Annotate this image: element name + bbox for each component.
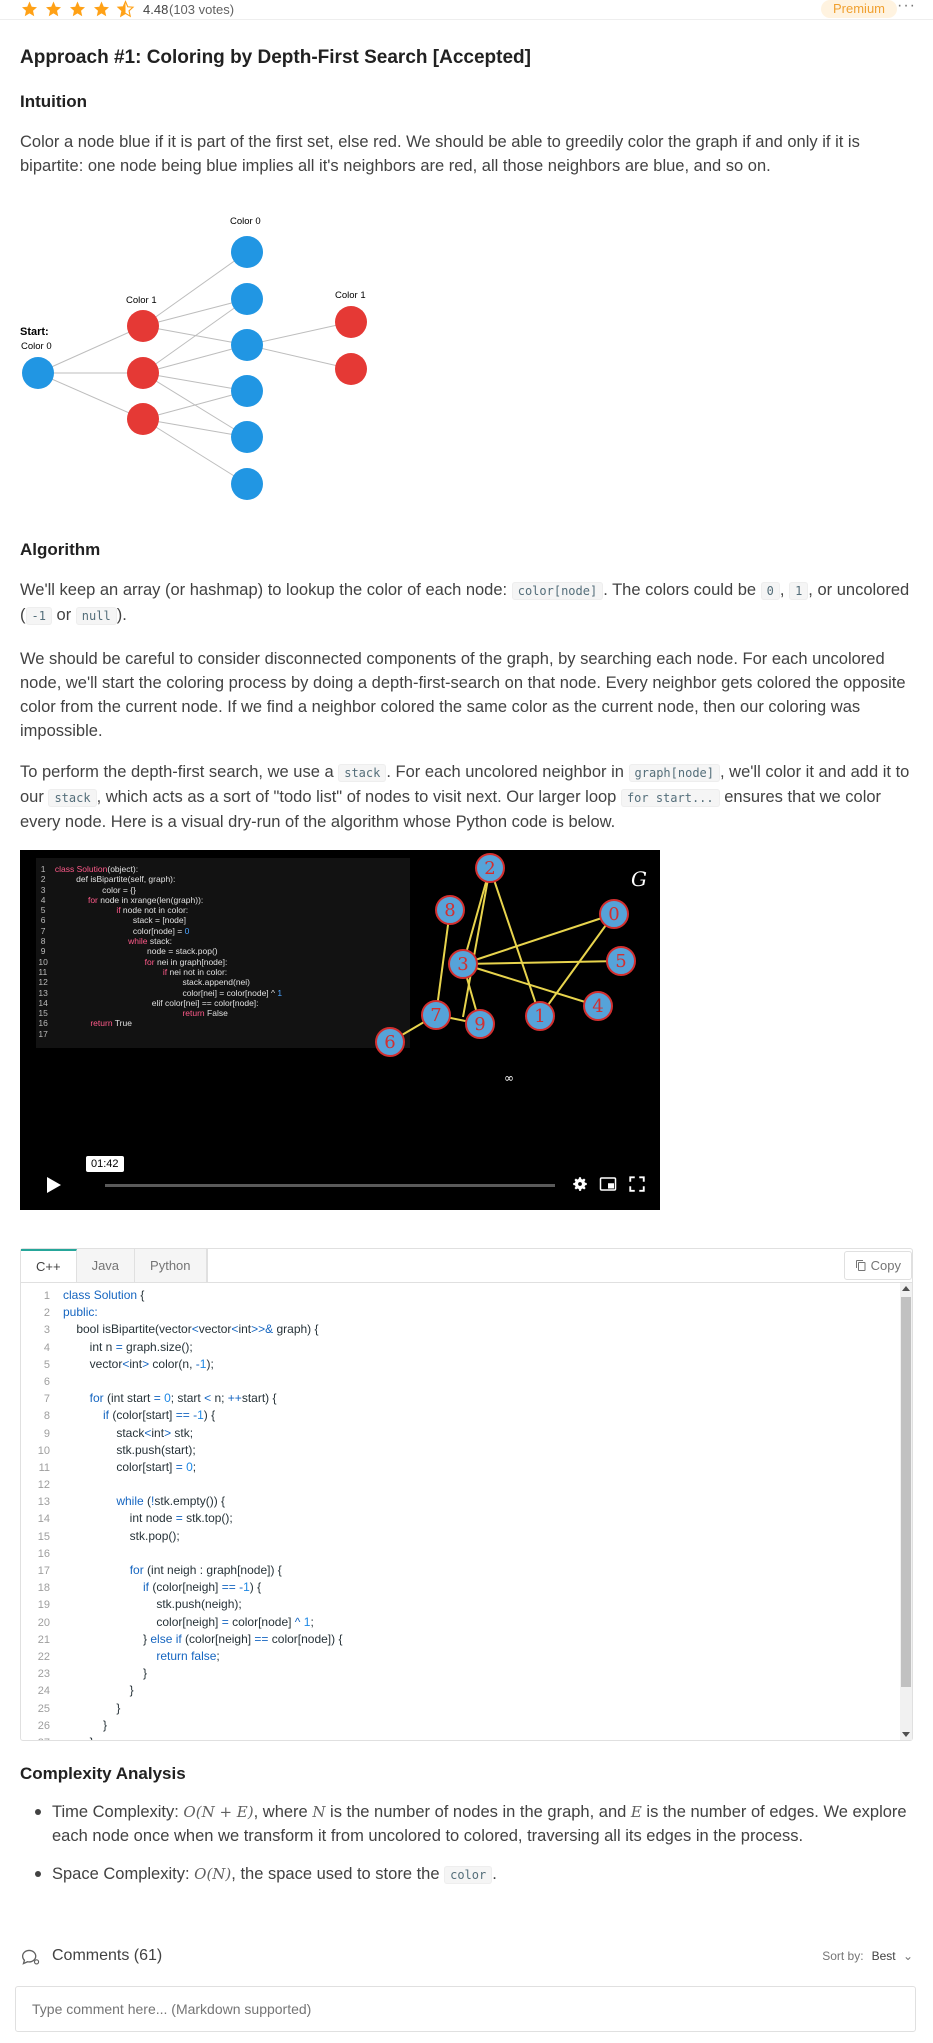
rating-bar: 4.48 (103 votes) Premium ··· [0,0,933,20]
more-options-icon[interactable]: ··· [897,0,916,15]
video-node: 3 [457,954,468,975]
node-blue [231,468,263,500]
node-blue [231,375,263,407]
video-progress-track[interactable] [105,1184,555,1187]
video-graph-letter: G [631,867,647,891]
video-player[interactable]: 1 class Solution(object): 2 def isBipart… [20,850,660,1210]
algorithm-paragraph-2: We should be careful to consider disconn… [20,650,906,740]
video-node: 2 [484,858,495,879]
diagram-edges [37,251,352,485]
comment-input[interactable] [16,1987,915,2031]
comments-header: Comments (61) Sort by: Best ⌄ [20,1945,913,1969]
tab-cpp[interactable]: C++ [21,1249,77,1283]
half-star-icon[interactable] [116,0,135,18]
tab-python[interactable]: Python [135,1249,207,1283]
video-node: 4 [592,996,603,1017]
code-editor: C++ Java Python Copy 1 class Solution { 2… [20,1248,913,1741]
inline-code: 0 [760,582,780,600]
chevron-down-icon[interactable]: ⌄ [903,1949,913,1963]
label-col2: Color 0 [230,216,261,227]
algorithm-heading: Algorithm [20,540,101,559]
comments-title: Comments (61) [52,1947,163,1964]
label-start-color: Color 0 [21,341,52,352]
inline-code: -1 [25,607,52,625]
comment-box[interactable] [15,1986,916,2032]
label-col1: Color 1 [126,295,157,306]
rating-votes: (103 votes) [169,2,235,17]
code-area[interactable]: 1 class Solution { 2 public: 3 bool isBipa… [21,1282,912,1740]
node-red [127,403,159,435]
premium-badge: Premium [821,0,898,18]
time-complexity-item: Time Complexity: O(N + E), where N is th… [20,1800,913,1848]
video-node: 8 [444,900,455,921]
star-rating[interactable] [20,0,135,18]
approach-title: Approach #1: Coloring by Depth-First Sea… [20,47,531,68]
inline-code: stack [338,764,387,782]
tab-java[interactable]: Java [77,1249,136,1283]
video-infinity: ∞ [504,1071,514,1085]
video-node: 7 [430,1005,441,1026]
picture-in-picture-icon[interactable] [599,1175,617,1193]
star-icon[interactable] [20,0,39,18]
video-timestamp: 01:42 [86,1156,124,1172]
algorithm-paragraph-3: To perform the depth-first search, we us… [20,763,910,831]
node-blue [231,236,263,268]
node-blue [231,283,263,315]
language-tabs: C++ Java Python [21,1249,208,1283]
scroll-down-icon[interactable] [902,1732,910,1738]
star-icon[interactable] [44,0,63,18]
star-icon[interactable] [68,0,87,18]
intuition-heading: Intuition [20,92,88,111]
complexity-heading: Complexity Analysis [20,1764,186,1783]
video-graph: 2 8 0 3 5 4 7 9 1 6 G ∞ [375,853,647,1085]
code-lines: 1 class Solution { 2 public: 3 bool isBipa… [37,1288,343,1740]
node-blue [22,357,54,389]
inline-code: null [75,607,117,625]
label-start: Start: [20,326,49,338]
play-icon[interactable] [46,1176,62,1194]
video-node: 5 [615,951,626,972]
video-node: 9 [474,1014,485,1035]
code-scroll-thumb[interactable] [901,1297,911,1687]
inline-code: for start... [620,789,720,807]
code-scrollbar[interactable] [900,1283,912,1740]
star-icon[interactable] [92,0,111,18]
video-node: 1 [534,1006,545,1027]
intuition-text: Color a node blue if it is part of the f… [20,133,860,175]
inline-code: 1 [789,582,809,600]
fullscreen-icon[interactable] [628,1175,646,1193]
inline-code: color [444,1866,493,1884]
video-node: 0 [608,904,619,925]
coloring-diagram: Start: Color 0 Color 1 Color 0 Color 1 [20,208,380,508]
video-node: 6 [384,1032,395,1053]
inline-code: graph[node] [628,764,720,782]
complexity-list: Time Complexity: O(N + E), where N is th… [20,1800,913,1901]
inline-code: stack [48,789,97,807]
node-red [335,306,367,338]
copy-label: Copy [870,1257,901,1273]
node-blue [231,329,263,361]
inline-code: color[node] [511,582,604,600]
node-blue [231,421,263,453]
copy-button[interactable]: Copy [843,1251,912,1280]
scroll-up-icon[interactable] [902,1285,910,1291]
node-red [335,353,367,385]
space-complexity-item: Space Complexity: O(N), the space used t… [20,1862,913,1887]
clipboard-icon [855,1260,866,1271]
label-col3: Color 1 [335,290,366,301]
rating-value: 4.48 [143,2,169,17]
comment-icon [21,1949,40,1965]
node-red [127,357,159,389]
sort-dropdown[interactable]: Sort by: Best ⌄ [822,1949,913,1963]
settings-gear-icon[interactable] [571,1175,589,1193]
node-red [127,310,159,342]
algorithm-paragraph-1: We'll keep an array (or hashmap) to look… [20,581,910,625]
